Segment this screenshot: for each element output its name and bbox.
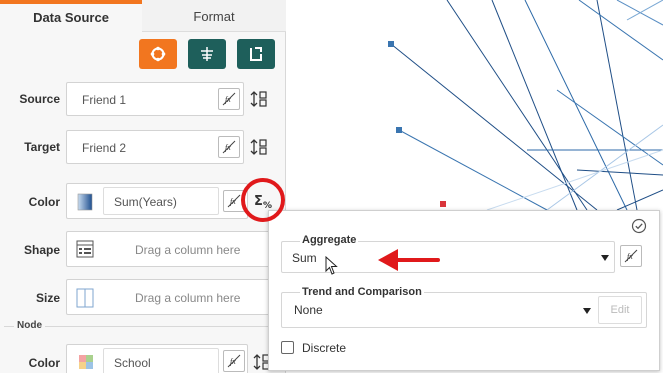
node-section-divider: [4, 326, 286, 327]
formula-icon: fx: [624, 249, 638, 263]
mouse-cursor-icon: [325, 256, 338, 275]
size-label: Size: [35, 291, 60, 305]
formula-icon: fx: [227, 354, 241, 368]
svg-text:fx: fx: [627, 252, 633, 261]
discrete-label: Discrete: [302, 341, 347, 355]
aggregate-title: Aggregate: [300, 234, 359, 246]
target-formula-button[interactable]: fx: [218, 136, 240, 158]
node-color-value-box[interactable]: School: [103, 348, 219, 373]
svg-text:fx: fx: [230, 357, 236, 366]
color-value: Sum(Years): [114, 195, 177, 209]
node-color-value: School: [114, 356, 151, 370]
filter-button[interactable]: [188, 39, 226, 69]
aggregate-popup: Sum Aggregate fx None Edit Trend and Com…: [268, 210, 660, 371]
chevron-down-icon[interactable]: [583, 308, 591, 314]
color-value-box[interactable]: Sum(Years): [103, 187, 219, 215]
node-color-label: Color: [28, 356, 60, 370]
export-button[interactable]: [237, 39, 275, 69]
formula-icon: fx: [222, 92, 236, 106]
tab-format[interactable]: Format: [142, 0, 286, 32]
source-sort-icon[interactable]: [250, 89, 268, 109]
node-section-title: Node: [14, 320, 45, 331]
export-icon: [250, 47, 262, 61]
refresh-icon: [150, 46, 166, 62]
target-sort-icon[interactable]: [250, 137, 268, 157]
shape-palette-icon: [76, 240, 94, 258]
trend-value[interactable]: None: [294, 303, 323, 317]
source-field[interactable]: Friend 1 fx: [66, 82, 244, 116]
tab-data-source[interactable]: Data Source: [0, 0, 142, 32]
trend-title: Trend and Comparison: [300, 286, 424, 298]
svg-text:Σ: Σ: [254, 194, 263, 209]
svg-text:fx: fx: [225, 95, 231, 104]
confirm-check-icon[interactable]: [631, 218, 647, 234]
source-label: Source: [19, 92, 60, 106]
network-node[interactable]: [396, 127, 402, 133]
network-node[interactable]: [388, 41, 394, 47]
gradient-swatch-icon: [77, 193, 93, 211]
target-value: Friend 2: [82, 141, 127, 155]
data-source-panel: Data Source Format Source Friend 1 fx Ta…: [0, 0, 286, 373]
trend-edit-button[interactable]: Edit: [598, 296, 642, 324]
target-label: Target: [24, 140, 60, 154]
svg-text:fx: fx: [225, 143, 231, 152]
categorical-palette-icon: [79, 355, 93, 369]
size-icon: [76, 288, 94, 308]
aggregate-formula-button[interactable]: fx: [620, 245, 642, 267]
sigma-percent-icon: Σ %: [254, 194, 272, 211]
shape-label: Shape: [23, 243, 60, 257]
size-field[interactable]: Drag a column here: [66, 279, 285, 315]
node-color-field[interactable]: School fx: [66, 344, 248, 373]
aggregate-value: Sum: [292, 251, 317, 265]
source-value: Friend 1: [82, 93, 127, 107]
tab-bar: Data Source Format: [0, 0, 286, 32]
shape-placeholder: Drag a column here: [135, 243, 241, 257]
color-formula-button[interactable]: fx: [223, 190, 245, 212]
target-field[interactable]: Friend 2 fx: [66, 130, 244, 164]
formula-icon: fx: [227, 194, 241, 208]
svg-text:fx: fx: [230, 197, 236, 206]
filter-icon: [201, 47, 213, 61]
aggregate-percent-button[interactable]: Σ %: [252, 190, 274, 212]
color-label: Color: [28, 195, 60, 209]
chevron-down-icon: [601, 255, 609, 261]
color-field[interactable]: Sum(Years) fx: [66, 183, 248, 219]
formula-icon: fx: [222, 140, 236, 154]
network-node[interactable]: [440, 201, 446, 207]
node-color-formula-button[interactable]: fx: [223, 350, 245, 372]
discrete-checkbox[interactable]: [281, 341, 294, 354]
source-formula-button[interactable]: fx: [218, 88, 240, 110]
shape-field[interactable]: Drag a column here: [66, 231, 285, 267]
size-placeholder: Drag a column here: [135, 291, 241, 305]
refresh-button[interactable]: [139, 39, 177, 69]
